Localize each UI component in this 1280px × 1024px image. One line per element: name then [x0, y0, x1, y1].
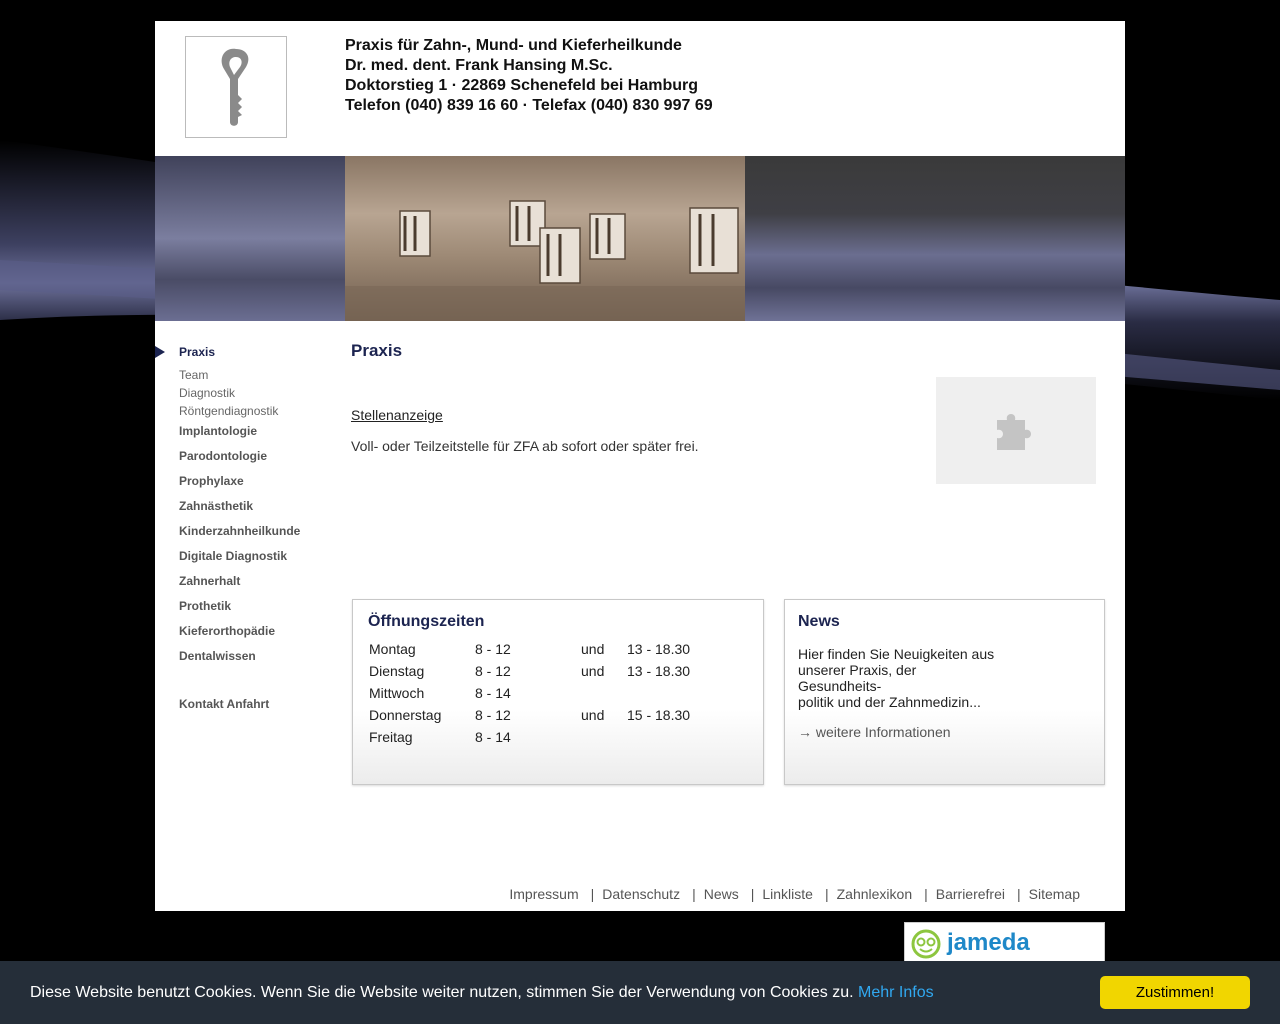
- nav-kontakt-anfahrt[interactable]: Kontakt Anfahrt: [179, 697, 269, 711]
- footer-separator: |: [750, 886, 755, 902]
- day-cell: Freitag: [369, 729, 413, 745]
- news-teaser-line: Gesundheits-: [798, 678, 882, 694]
- footer-link-impressum[interactable]: Impressum: [509, 886, 578, 902]
- afternoon-hours-cell: 13 - 18.30: [627, 663, 691, 679]
- table-row: Dienstag 8 - 12 und 13 - 18.30: [369, 660, 690, 682]
- footer-link-zahnlexikon[interactable]: Zahnlexikon: [837, 886, 913, 902]
- conjunction-cell: und: [581, 707, 605, 723]
- afternoon-hours-cell: 13 - 18.30: [627, 641, 691, 657]
- cookie-message: Diese Website benutzt Cookies. Wenn Sie …: [30, 984, 934, 1002]
- header-line-3: Doktorstieg 1 · 22869 Schenefeld bei Ham…: [345, 77, 698, 94]
- news-box: News Hier finden Sie Neuigkeiten aus uns…: [784, 599, 1105, 785]
- table-row: Mittwoch 8 - 14: [369, 682, 690, 704]
- footer-link-linkliste[interactable]: Linkliste: [762, 886, 813, 902]
- morning-hours-cell: 8 - 14: [475, 729, 511, 745]
- nav-zahnaesthetik[interactable]: Zahnästhetik: [179, 499, 253, 513]
- job-posting-text: Voll- oder Teilzeitstelle für ZFA ab sof…: [351, 438, 699, 454]
- footer-link-news[interactable]: News: [704, 886, 739, 902]
- nav-kieferorthopaedie[interactable]: Kieferorthopädie: [179, 624, 275, 638]
- footer-links: Impressum | Datenschutz | News | Linkliste | Zah…: [509, 886, 1080, 902]
- header-line-4: Telefon (040) 839 16 60 · Telefax (040) …: [345, 97, 713, 114]
- banner-right-panel: [745, 156, 1125, 321]
- news-teaser-line: Hier finden Sie Neuigkeiten aus: [798, 646, 995, 662]
- news-teaser-line: politik und der Zahnmedizin...: [798, 694, 981, 710]
- header-line-2: Dr. med. dent. Frank Hansing M.Sc.: [345, 57, 613, 74]
- opening-hours-box: Öffnungszeiten Montag 8 - 12 und 13 - 18…: [352, 599, 764, 785]
- footer-separator: |: [590, 886, 595, 902]
- nav-prothetik[interactable]: Prothetik: [179, 599, 231, 613]
- nav-dentalwissen[interactable]: Dentalwissen: [179, 649, 256, 663]
- footer-link-sitemap[interactable]: Sitemap: [1029, 886, 1080, 902]
- news-teaser: Hier finden Sie Neuigkeiten aus unserer …: [798, 646, 1018, 710]
- table-row: Donnerstag 8 - 12 und 15 - 18.30: [369, 704, 690, 726]
- nav-zahnerhalt[interactable]: Zahnerhalt: [179, 574, 240, 588]
- afternoon-hours-cell: [627, 726, 690, 748]
- afternoon-hours-cell: 15 - 18.30: [627, 707, 691, 723]
- footer-link-datenschutz[interactable]: Datenschutz: [602, 886, 680, 902]
- morning-hours-cell: 8 - 12: [475, 663, 511, 679]
- conjunction-cell: [581, 726, 627, 748]
- nav-sub-diagnostik[interactable]: Diagnostik: [179, 386, 235, 400]
- active-nav-arrow-icon: [155, 346, 165, 358]
- afternoon-hours-cell: [627, 682, 690, 704]
- day-cell: Dienstag: [369, 663, 425, 679]
- jameda-label: jameda: [947, 929, 1030, 956]
- header-line-1: Praxis für Zahn-, Mund- und Kieferheilku…: [345, 37, 682, 54]
- logo[interactable]: [185, 36, 287, 138]
- footer-separator: |: [692, 886, 696, 902]
- conjunction-cell: [581, 682, 627, 704]
- footer-separator: |: [824, 886, 829, 902]
- table-row: Montag 8 - 12 und 13 - 18.30: [369, 638, 690, 660]
- plugin-placeholder: [936, 377, 1096, 484]
- nav-implantologie[interactable]: Implantologie: [179, 424, 257, 438]
- footer-separator: |: [1017, 886, 1021, 902]
- cookie-text: Diese Website benutzt Cookies. Wenn Sie …: [30, 984, 854, 1001]
- cookie-more-info-link[interactable]: Mehr Infos: [858, 984, 934, 1001]
- opening-hours-title: Öffnungszeiten: [368, 613, 485, 630]
- morning-hours-cell: 8 - 12: [475, 641, 511, 657]
- page-container: Praxis für Zahn-, Mund- und Kieferheilku…: [155, 21, 1125, 911]
- nav-prophylaxe[interactable]: Prophylaxe: [179, 474, 244, 488]
- nav-kinderzahnheilkunde[interactable]: Kinderzahnheilkunde: [179, 524, 300, 538]
- footer-separator: |: [924, 886, 928, 902]
- header-banner: [155, 156, 1125, 321]
- opening-hours-table: Montag 8 - 12 und 13 - 18.30 Dienstag 8 …: [369, 638, 690, 748]
- day-cell: Montag: [369, 641, 416, 657]
- day-cell: Mittwoch: [369, 685, 425, 701]
- day-cell: Donnerstag: [369, 707, 442, 723]
- news-title: News: [798, 613, 840, 630]
- practice-header: Praxis für Zahn-, Mund- und Kieferheilku…: [345, 36, 713, 116]
- news-more-info-link[interactable]: → weitere Informationen: [798, 724, 951, 740]
- beach-chairs-photo: [345, 156, 745, 321]
- puzzle-piece-icon: [997, 413, 1031, 450]
- nav-parodontologie[interactable]: Parodontologie: [179, 449, 267, 463]
- nav-digitale-diagnostik[interactable]: Digitale Diagnostik: [179, 549, 287, 563]
- key-logo-icon: [221, 48, 249, 126]
- jameda-face-icon: [911, 929, 941, 959]
- cookie-accept-button[interactable]: Zustimmen!: [1100, 976, 1250, 1009]
- banner-left-panel: [155, 156, 345, 321]
- nav-praxis[interactable]: Praxis: [179, 345, 215, 359]
- cookie-banner: Diese Website benutzt Cookies. Wenn Sie …: [0, 961, 1280, 1024]
- page-title: Praxis: [351, 341, 403, 360]
- morning-hours-cell: 8 - 12: [475, 707, 511, 723]
- job-posting-link[interactable]: Stellenanzeige: [351, 407, 443, 423]
- table-row: Freitag 8 - 14: [369, 726, 690, 748]
- nav-sub-roentgendiagnostik[interactable]: Röntgendiagnostik: [179, 404, 278, 418]
- morning-hours-cell: 8 - 14: [475, 685, 511, 701]
- footer-link-barrierefrei[interactable]: Barrierefrei: [936, 886, 1005, 902]
- jameda-badge[interactable]: jameda: [904, 922, 1105, 964]
- nav-sub-team[interactable]: Team: [179, 368, 208, 382]
- conjunction-cell: und: [581, 663, 605, 679]
- conjunction-cell: und: [581, 641, 605, 657]
- news-teaser-line: unserer Praxis, der: [798, 662, 917, 678]
